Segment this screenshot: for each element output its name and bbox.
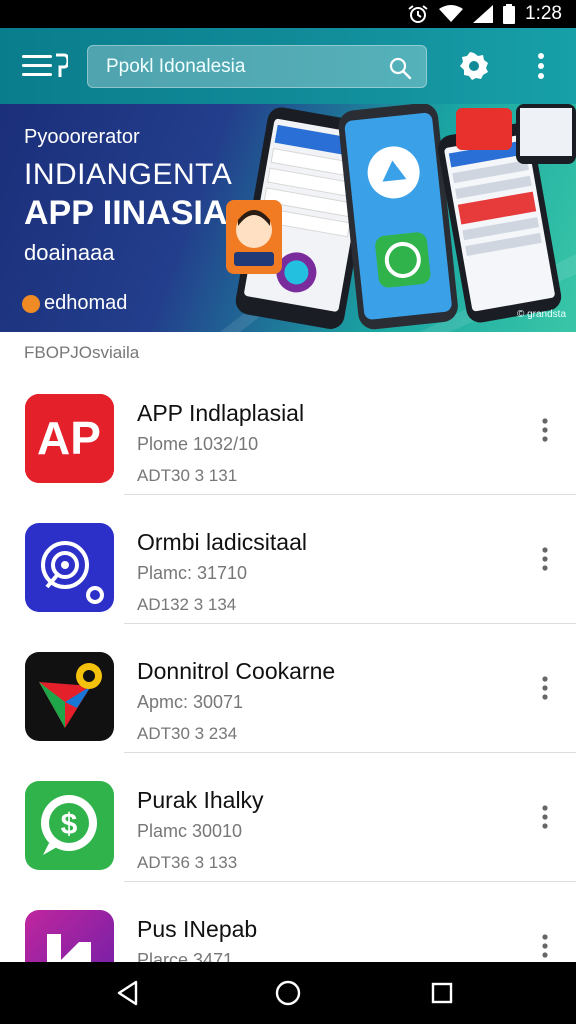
app-subtitle: Plome 1032/10 (137, 434, 259, 454)
nav-home-button[interactable] (272, 977, 304, 1009)
banner-watermark: © grandsta (516, 309, 566, 320)
svg-text:AP: AP (37, 412, 101, 464)
app-title: APP Indlaplasial (137, 400, 305, 426)
app-list-item[interactable]: AP APP Indlaplasial Plome 1032/10 ADT30 … (0, 366, 576, 495)
ap-app-icon: AP (25, 394, 114, 483)
back-icon (117, 980, 138, 1006)
more-vert-icon (542, 418, 548, 442)
search-field[interactable]: Ppok⁠l Idonalesia (87, 45, 427, 88)
settings-button[interactable] (458, 50, 490, 82)
wifi-icon (439, 5, 464, 23)
search-query-text: Ppok⁠l Idonalesia (106, 55, 246, 77)
status-bar: 1:28 (0, 0, 576, 28)
app-title: Pus INepab (137, 916, 258, 942)
app-meta: ADT30 3 234 (137, 724, 238, 743)
app-meta: AD132 3 134 (137, 595, 237, 614)
app-title: Purak Ihalky (137, 787, 264, 813)
app-meta: ADT36 3 133 (137, 853, 238, 872)
item-overflow-button[interactable] (532, 412, 558, 448)
banner-headline-1: INDIANGENTA (24, 158, 233, 191)
item-overflow-button[interactable] (532, 670, 558, 706)
svg-text:$: $ (61, 808, 78, 841)
home-icon (275, 980, 301, 1006)
app-screen: 1:28 Ppok⁠l Idonalesia (0, 0, 576, 1024)
signal-icon (473, 5, 494, 23)
overflow-menu-button[interactable] (526, 50, 556, 82)
target-app-icon (25, 523, 114, 612)
app-subtitle: Plamc 30010 (137, 821, 243, 841)
item-overflow-button[interactable] (532, 541, 558, 577)
dollar-chat-app-icon: $ (25, 781, 114, 870)
app-list-item[interactable]: $ Purak Ihalky Plamc 30010 ADT36 3 133 (0, 753, 576, 882)
settings-gear-icon (460, 52, 488, 80)
app-subtitle: Plamc: 31710 (137, 563, 248, 583)
system-nav-bar (0, 962, 576, 1024)
app-title: Donnitrol Cookarne (137, 658, 336, 684)
nav-back-button[interactable] (112, 977, 144, 1009)
battery-icon (503, 4, 516, 24)
item-overflow-button[interactable] (532, 799, 558, 835)
play-arrow-app-icon (25, 652, 114, 741)
more-vert-icon (542, 676, 548, 700)
brand-logo-icon (22, 294, 40, 313)
item-overflow-button[interactable] (532, 928, 558, 964)
phones-illustration (220, 104, 576, 332)
banner-brand-text: edhomad (44, 292, 128, 314)
banner-headline-2: APP IINASIA (24, 194, 228, 232)
hamburger-menu-icon (22, 53, 68, 77)
app-list-item[interactable]: Donnitrol Cookarne Apmc: 30071 ADT30 3 2… (0, 624, 576, 753)
banner-brand: edhomad (22, 292, 127, 315)
promo-banner[interactable]: Pyooorerator INDIANGENTA APP IINASIA doa… (0, 104, 576, 332)
status-time: 1:28 (525, 3, 562, 24)
alarm-icon (407, 4, 429, 24)
banner-caption: doainaaa (24, 240, 115, 265)
banner-subtitle: Pyooorerator (24, 126, 140, 148)
search-icon[interactable] (388, 56, 412, 80)
menu-button[interactable] (22, 50, 70, 82)
section-label: FBOPJOsviaila (24, 343, 140, 362)
more-vert-icon (542, 805, 548, 829)
more-vert-icon (542, 934, 548, 958)
app-subtitle: Apmc: 30071 (137, 692, 244, 712)
more-vert-icon (542, 547, 548, 571)
app-meta: ADT30 3 131 (137, 466, 238, 485)
more-vert-icon (538, 53, 544, 79)
app-bar: Ppok⁠l Idonalesia (0, 28, 576, 104)
nav-recents-button[interactable] (426, 977, 458, 1009)
recents-icon (431, 982, 453, 1004)
app-list-item[interactable]: Ormbi ladicsitaal Plamc: 31710 AD132 3 1… (0, 495, 576, 624)
app-title: Ormbi ladicsitaal (137, 529, 307, 555)
